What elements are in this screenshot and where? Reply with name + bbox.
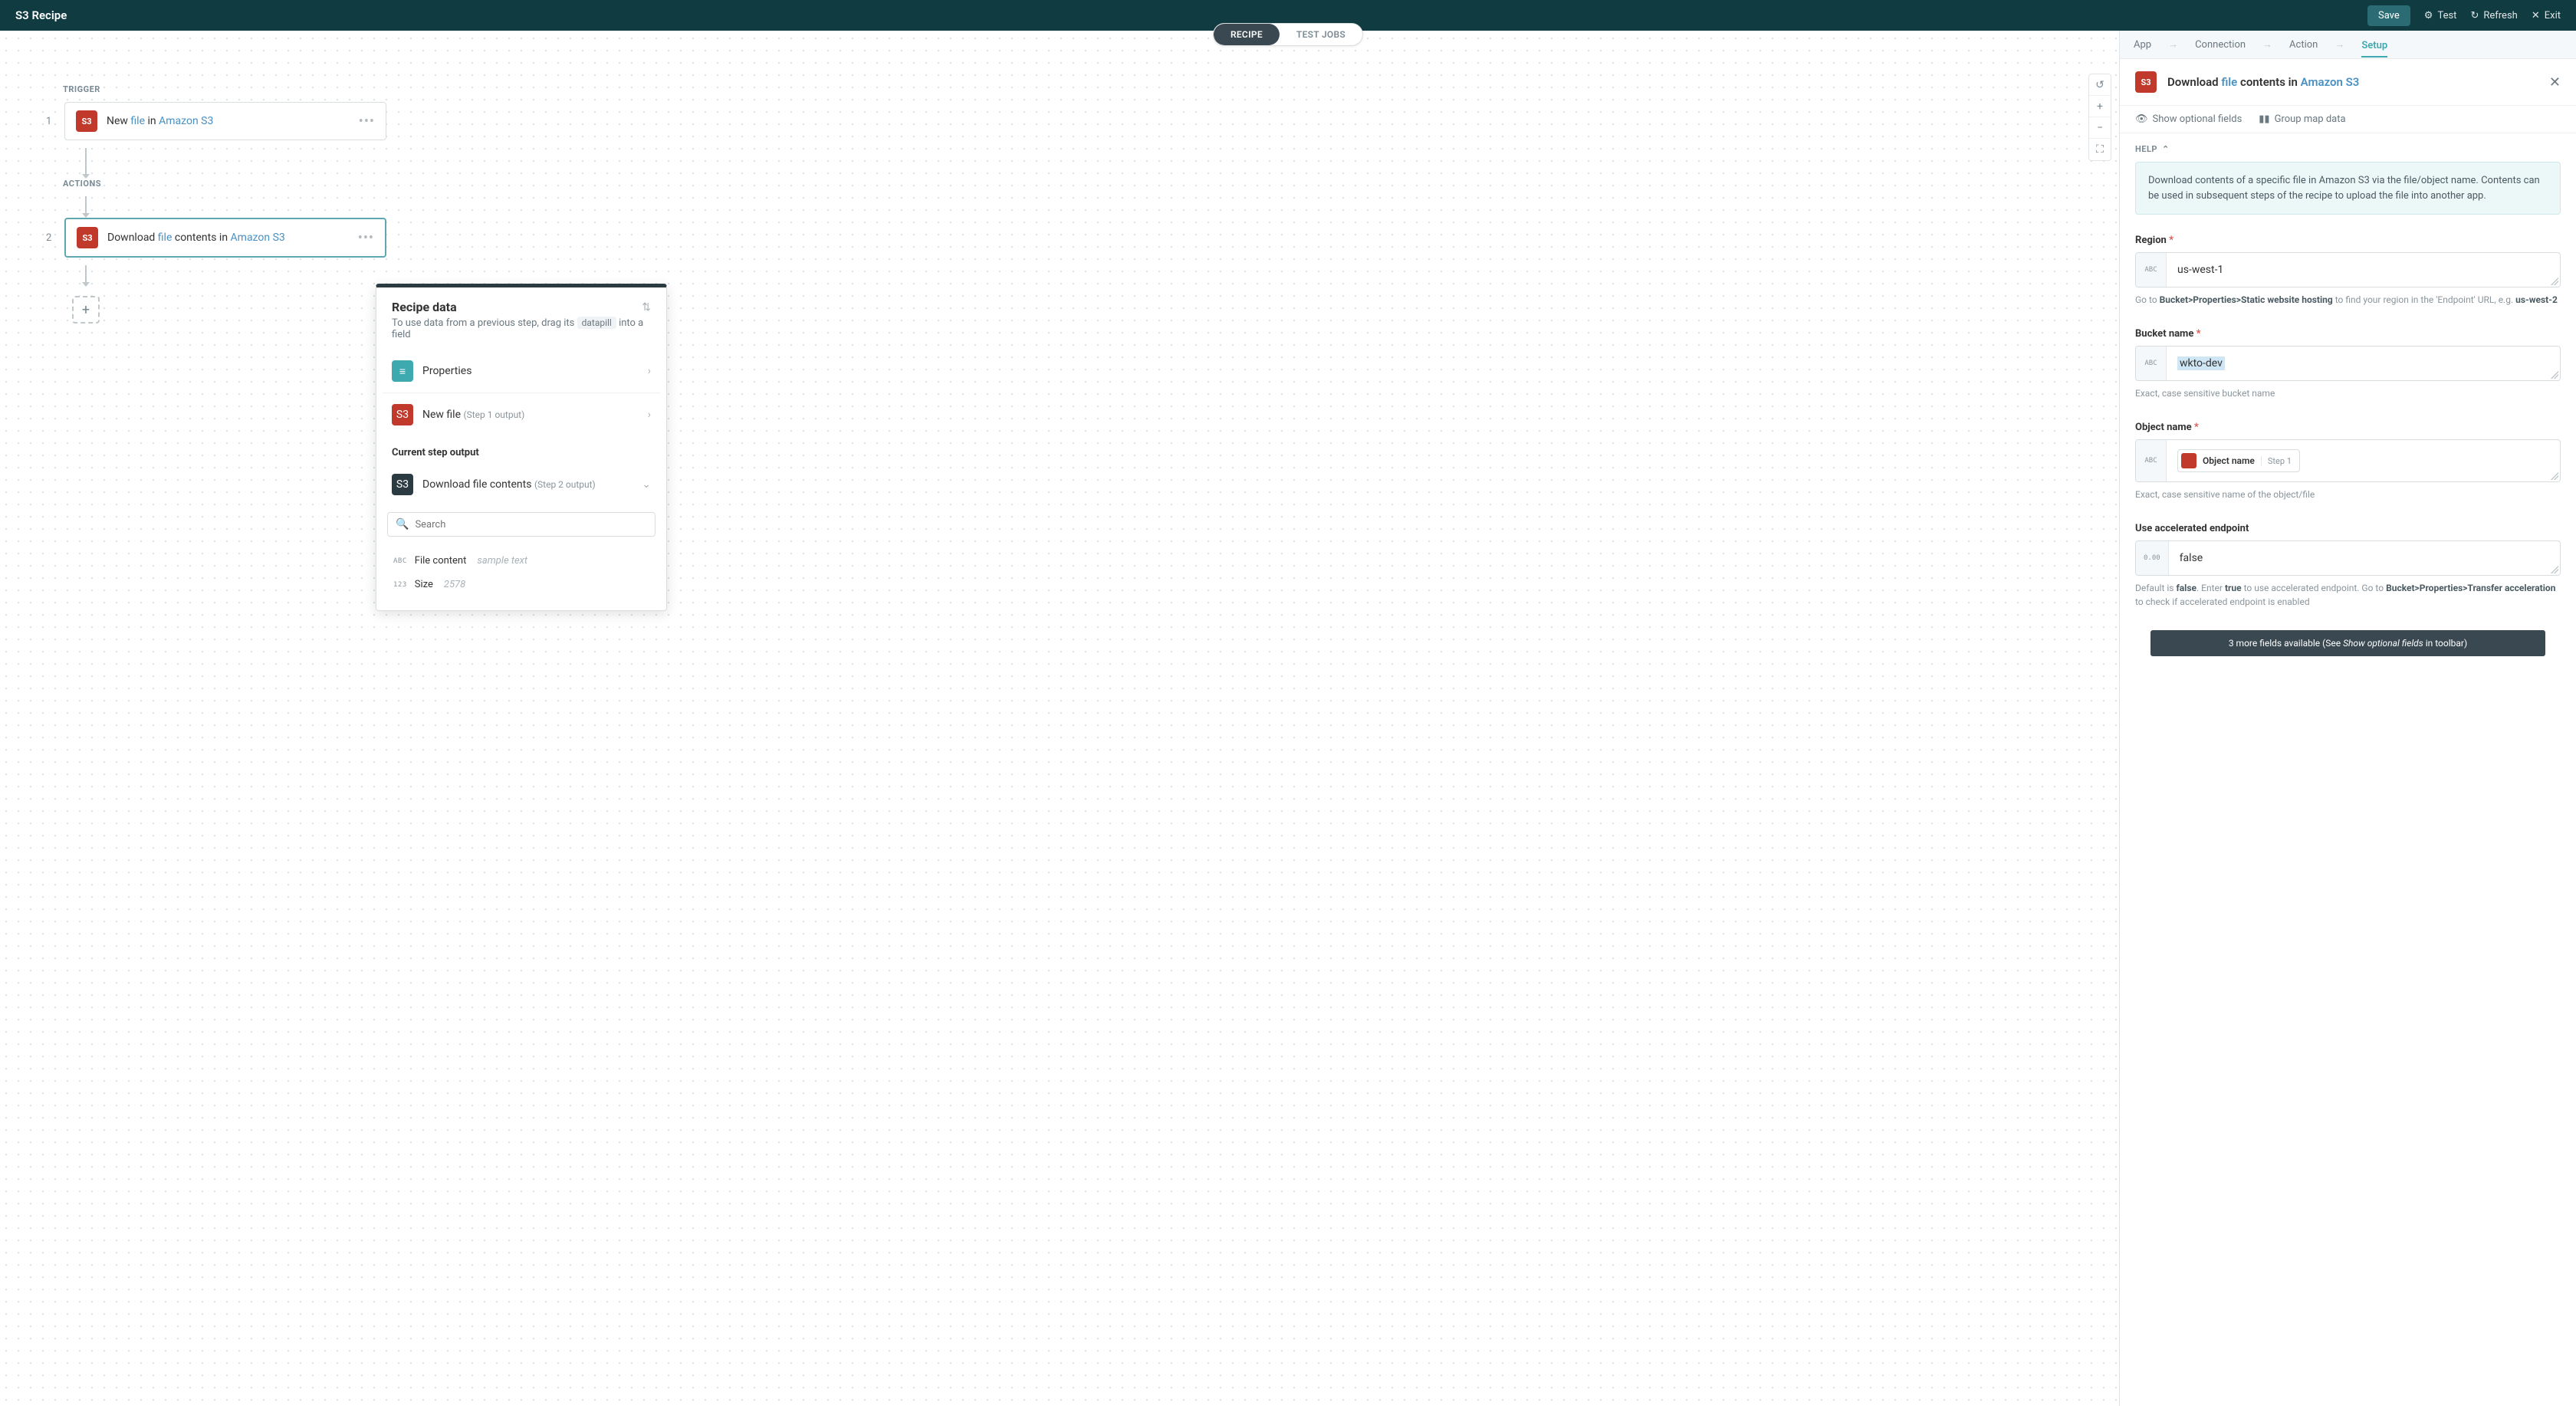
recipe-data-properties[interactable]: ≡ Properties › bbox=[383, 350, 660, 393]
main: ↺ + − ⛶ TRIGGER 1 S3 New file in Amazon … bbox=[0, 31, 2576, 1406]
field-region: Region * ABC us-west-1 Go to Bucket>Prop… bbox=[2135, 235, 2561, 307]
help-text: Download contents of a specific file in … bbox=[2135, 162, 2561, 215]
step-2-number: 2 bbox=[46, 232, 54, 244]
search-icon: 🔍 bbox=[396, 518, 409, 531]
actions-label: ACTIONS bbox=[63, 179, 2073, 189]
recipe-data-download[interactable]: S3 Download file contents (Step 2 output… bbox=[383, 463, 660, 506]
exit-button[interactable]: ✕Exit bbox=[2532, 10, 2561, 21]
add-step-button[interactable]: + bbox=[72, 296, 100, 324]
crumb-setup[interactable]: Setup bbox=[2361, 40, 2387, 57]
field-object-input[interactable]: ABC Object name Step 1 bbox=[2135, 439, 2561, 482]
panel-title: Download file contents in Amazon S3 bbox=[2167, 75, 2538, 89]
step-1-card[interactable]: S3 New file in Amazon S3 ••• bbox=[64, 102, 386, 140]
resize-handle[interactable] bbox=[2551, 566, 2558, 573]
crumb-connection[interactable]: Connection bbox=[2195, 39, 2246, 51]
refresh-button[interactable]: ↻Refresh bbox=[2470, 10, 2517, 21]
connector bbox=[78, 148, 94, 179]
resize-handle[interactable] bbox=[2551, 278, 2558, 285]
tab-recipe[interactable]: RECIPE bbox=[1214, 24, 1280, 45]
field-accelerated-label: Use accelerated endpoint bbox=[2135, 523, 2561, 534]
side-panel: App → Connection → Action → Setup S3 Dow… bbox=[2119, 31, 2576, 1406]
resize-handle[interactable] bbox=[2551, 472, 2558, 480]
resize-handle[interactable] bbox=[2551, 371, 2558, 379]
object-name-datapill[interactable]: Object name Step 1 bbox=[2177, 449, 2300, 472]
s3-icon: S3 bbox=[392, 404, 413, 425]
trigger-label: TRIGGER bbox=[63, 84, 2073, 94]
setup-breadcrumb: App → Connection → Action → Setup bbox=[2120, 31, 2576, 59]
panel-toolbar: 👁Show optional fields ▮▮Group map data bbox=[2120, 106, 2576, 133]
step-1-text: New file in Amazon S3 bbox=[107, 115, 350, 127]
search-input-wrap[interactable]: 🔍 bbox=[387, 512, 656, 537]
close-icon: ✕ bbox=[2532, 10, 2540, 21]
download-step-icon: S3 bbox=[392, 474, 413, 495]
tab-test-jobs[interactable]: TEST JOBS bbox=[1280, 24, 1362, 45]
sort-icon[interactable]: ⇅ bbox=[642, 301, 651, 314]
output-file-content[interactable]: ABC File content sample text bbox=[393, 549, 649, 573]
field-object-label: Object name * bbox=[2135, 422, 2561, 433]
chevron-right-icon: › bbox=[648, 409, 651, 421]
eye-icon: 👁 bbox=[2135, 113, 2148, 125]
field-bucket-hint: Exact, case sensitive bucket name bbox=[2135, 386, 2561, 400]
field-object: Object name * ABC Object name Step 1 Exa… bbox=[2135, 422, 2561, 501]
recipe-data-panel: Recipe data ⇅ To use data from a previou… bbox=[376, 284, 667, 611]
current-step-label: Current step output bbox=[376, 436, 666, 463]
close-panel-button[interactable]: ✕ bbox=[2549, 74, 2561, 90]
step-2-row: 2 S3 Download file contents in Amazon S3… bbox=[46, 218, 2073, 258]
connector bbox=[78, 196, 94, 218]
field-accelerated: Use accelerated endpoint 0.00 false Defa… bbox=[2135, 523, 2561, 609]
field-bucket-input[interactable]: ABC wkto-dev bbox=[2135, 346, 2561, 381]
group-map-button[interactable]: ▮▮Group map data bbox=[2259, 113, 2345, 125]
field-bucket: Bucket name * ABC wkto-dev Exact, case s… bbox=[2135, 328, 2561, 400]
field-region-label: Region * bbox=[2135, 235, 2561, 246]
recipe-data-title: Recipe data bbox=[392, 300, 457, 314]
field-accelerated-hint: Default is false. Enter true to use acce… bbox=[2135, 581, 2561, 609]
recipe-data-new-file[interactable]: S3 New file (Step 1 output) › bbox=[383, 393, 660, 436]
chevron-right-icon: › bbox=[648, 365, 651, 377]
test-button[interactable]: ⚙Test bbox=[2424, 10, 2457, 21]
arrow-icon: → bbox=[2334, 38, 2344, 51]
step-2-more-icon[interactable]: ••• bbox=[358, 230, 374, 246]
panel-body: HELP⌃ Download contents of a specific fi… bbox=[2120, 133, 2576, 1406]
topbar-actions: Save ⚙Test ↻Refresh ✕Exit bbox=[2367, 5, 2561, 26]
map-icon: ▮▮ bbox=[2259, 113, 2269, 125]
refresh-icon: ↻ bbox=[2470, 10, 2479, 21]
field-region-hint: Go to Bucket>Properties>Static website h… bbox=[2135, 293, 2561, 307]
step-1-more-icon[interactable]: ••• bbox=[359, 113, 375, 130]
arrow-icon: → bbox=[2168, 38, 2178, 51]
crumb-action[interactable]: Action bbox=[2289, 39, 2318, 51]
chevron-down-icon: ⌄ bbox=[642, 478, 651, 491]
s3-icon: S3 bbox=[2135, 71, 2157, 93]
more-fields-notice: 3 more fields available (See Show option… bbox=[2150, 630, 2545, 656]
show-optional-button[interactable]: 👁Show optional fields bbox=[2135, 113, 2242, 125]
step-2-text: Download file contents in Amazon S3 bbox=[107, 232, 349, 244]
step-1-row: 1 S3 New file in Amazon S3 ••• bbox=[46, 102, 2073, 140]
arrow-icon: → bbox=[2262, 38, 2272, 51]
chevron-up-icon: ⌃ bbox=[2162, 144, 2170, 154]
recipe-data-subtitle: To use data from a previous step, drag i… bbox=[392, 317, 651, 340]
view-tabs: RECIPE TEST JOBS bbox=[1213, 23, 1363, 46]
crumb-app[interactable]: App bbox=[2134, 39, 2151, 51]
s3-icon: S3 bbox=[77, 227, 98, 248]
save-button[interactable]: Save bbox=[2367, 5, 2410, 26]
panel-header: S3 Download file contents in Amazon S3 ✕ bbox=[2120, 59, 2576, 106]
recipe-title: S3 Recipe bbox=[15, 8, 2367, 22]
field-bucket-label: Bucket name * bbox=[2135, 328, 2561, 340]
field-accelerated-input[interactable]: 0.00 false bbox=[2135, 540, 2561, 576]
output-size[interactable]: 123 Size 2578 bbox=[393, 573, 649, 596]
gear-icon: ⚙ bbox=[2424, 10, 2433, 21]
field-region-input[interactable]: ABC us-west-1 bbox=[2135, 252, 2561, 287]
s3-icon bbox=[2181, 453, 2196, 468]
connector bbox=[78, 265, 94, 287]
s3-icon: S3 bbox=[76, 110, 97, 132]
properties-icon: ≡ bbox=[392, 360, 413, 382]
help-toggle[interactable]: HELP⌃ bbox=[2135, 144, 2561, 154]
field-object-hint: Exact, case sensitive name of the object… bbox=[2135, 488, 2561, 501]
search-input[interactable] bbox=[415, 519, 647, 531]
step-1-number: 1 bbox=[46, 116, 54, 127]
step-2-card[interactable]: S3 Download file contents in Amazon S3 •… bbox=[64, 218, 386, 258]
canvas: ↺ + − ⛶ TRIGGER 1 S3 New file in Amazon … bbox=[0, 31, 2119, 1406]
